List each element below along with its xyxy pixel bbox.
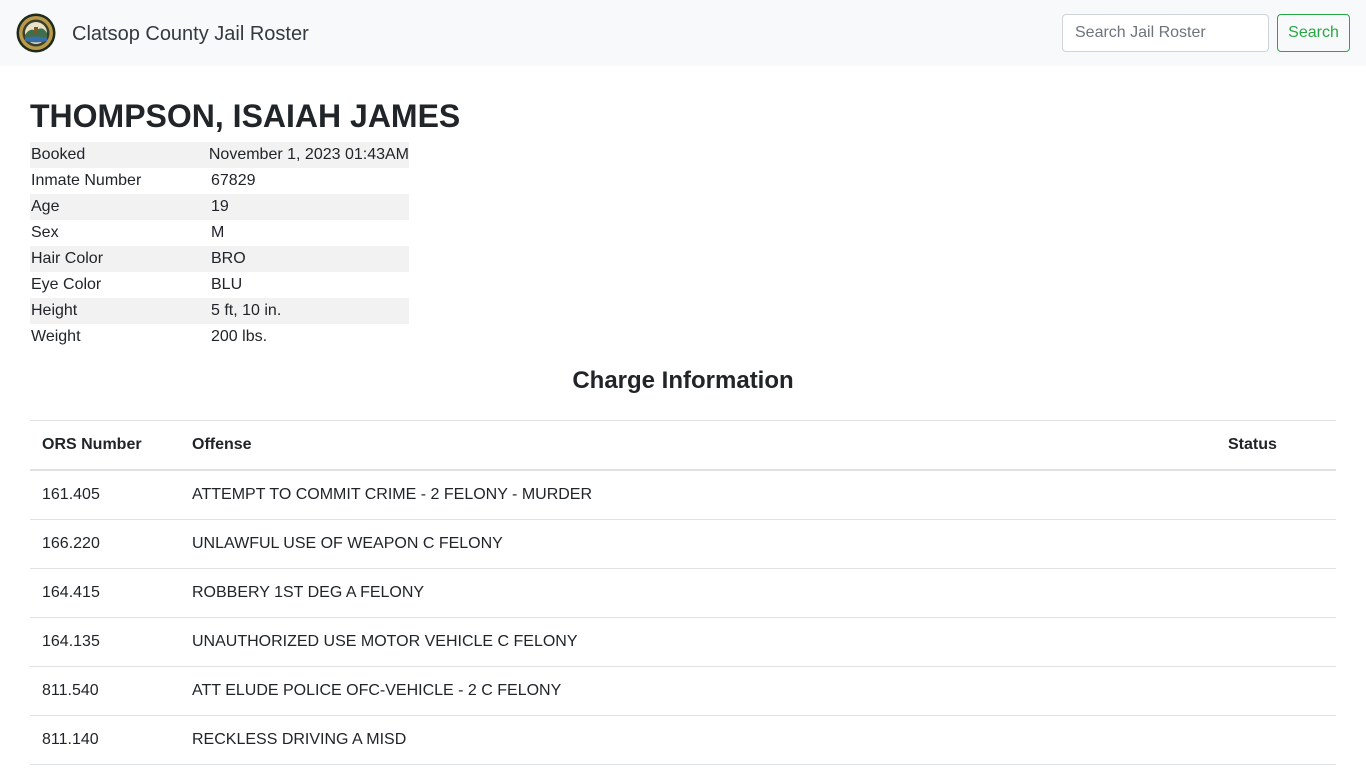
detail-row-weight: Weight 200 lbs. <box>30 324 409 350</box>
detail-value: November 1, 2023 01:43AM <box>208 146 409 163</box>
detail-row-hair-color: Hair Color BRO <box>30 246 409 272</box>
ors-number-cell: 811.540 <box>42 682 99 699</box>
detail-label: Age <box>31 198 60 215</box>
table-row: 164.415 ROBBERY 1ST DEG A FELONY <box>30 569 1336 618</box>
search-button[interactable]: Search <box>1277 14 1350 52</box>
table-row: 166.220 UNLAWFUL USE OF WEAPON C FELONY <box>30 520 1336 569</box>
charges-table-header: ORS Number Offense Status <box>30 421 1336 471</box>
offense-cell: ATT ELUDE POLICE OFC-VEHICLE - 2 C FELON… <box>192 682 562 699</box>
inmate-details-table: Booked November 1, 2023 01:43AM Inmate N… <box>30 142 409 350</box>
detail-label: Weight <box>31 328 81 345</box>
ors-number-cell: 164.135 <box>42 633 100 650</box>
detail-row-age: Age 19 <box>30 194 409 220</box>
detail-value: 67829 <box>211 172 256 189</box>
table-row: 811.540 ATT ELUDE POLICE OFC-VEHICLE - 2… <box>30 667 1336 716</box>
detail-label: Height <box>31 302 78 319</box>
table-row: 164.135 UNAUTHORIZED USE MOTOR VEHICLE C… <box>30 618 1336 667</box>
ors-number-cell: 811.140 <box>42 731 99 748</box>
detail-value: BLU <box>211 276 243 293</box>
detail-label: Hair Color <box>31 250 104 267</box>
detail-row-booked: Booked November 1, 2023 01:43AM <box>30 142 409 168</box>
detail-value: 200 lbs. <box>211 328 268 345</box>
detail-row-inmate-number: Inmate Number 67829 <box>30 168 409 194</box>
table-row: 811.140 RECKLESS DRIVING A MISD <box>30 716 1336 765</box>
ors-number-cell: 164.415 <box>42 584 100 601</box>
detail-value: 19 <box>211 198 229 215</box>
column-header-ors-number: ORS Number <box>42 436 142 453</box>
column-header-offense: Offense <box>192 436 252 453</box>
detail-row-height: Height 5 ft, 10 in. <box>30 298 409 324</box>
charge-information-heading: Charge Information <box>572 367 794 394</box>
county-seal-icon[interactable] <box>16 13 56 53</box>
detail-row-sex: Sex M <box>30 220 409 246</box>
brand-title[interactable]: Clatsop County Jail Roster <box>72 21 309 47</box>
inmate-name: THOMPSON, ISAIAH JAMES <box>30 98 461 134</box>
detail-row-eye-color: Eye Color BLU <box>30 272 409 298</box>
offense-cell: ROBBERY 1ST DEG A FELONY <box>192 584 425 601</box>
detail-label: Booked <box>31 146 86 163</box>
detail-label: Eye Color <box>31 276 102 293</box>
offense-cell: UNLAWFUL USE OF WEAPON C FELONY <box>192 535 503 552</box>
detail-value: BRO <box>211 250 246 267</box>
charges-table: ORS Number Offense Status 161.405 ATTEMP… <box>30 420 1336 765</box>
offense-cell: RECKLESS DRIVING A MISD <box>192 731 407 748</box>
table-row: 161.405 ATTEMPT TO COMMIT CRIME - 2 FELO… <box>30 471 1336 520</box>
detail-value: M <box>211 224 225 241</box>
offense-cell: ATTEMPT TO COMMIT CRIME - 2 FELONY - MUR… <box>192 486 593 503</box>
navbar: Clatsop County Jail Roster Search <box>0 0 1366 66</box>
search-input[interactable] <box>1062 14 1269 52</box>
ors-number-cell: 166.220 <box>42 535 100 552</box>
detail-value: 5 ft, 10 in. <box>211 302 282 319</box>
detail-label: Inmate Number <box>31 172 142 189</box>
ors-number-cell: 161.405 <box>42 486 100 503</box>
column-header-status: Status <box>1228 436 1277 453</box>
detail-label: Sex <box>31 224 59 241</box>
offense-cell: UNAUTHORIZED USE MOTOR VEHICLE C FELONY <box>192 633 578 650</box>
